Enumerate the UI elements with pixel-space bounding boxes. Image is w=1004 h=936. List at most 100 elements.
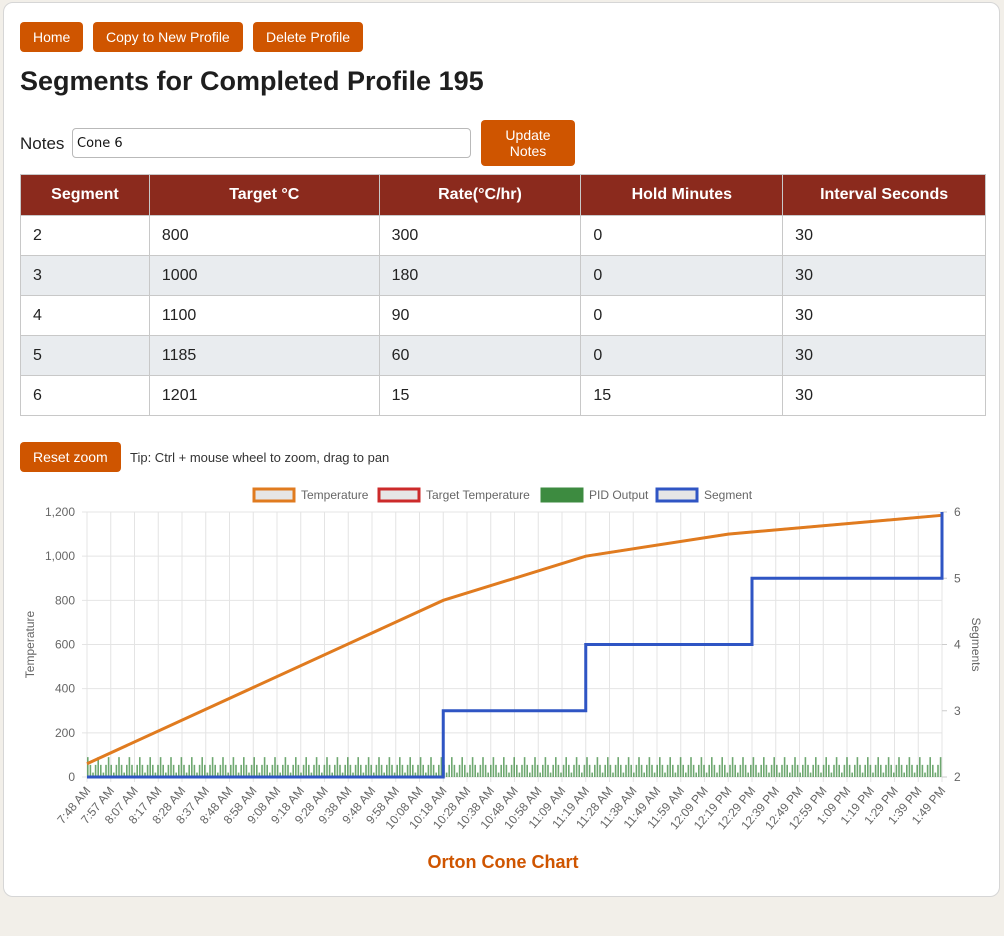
page-title: Segments for Completed Profile 195 — [20, 66, 484, 96]
pid-output-bar — [107, 757, 110, 777]
pid-output-bar — [214, 764, 216, 777]
pid-output-bar — [305, 757, 307, 777]
pid-output-bar — [664, 772, 666, 777]
pid-output-bar — [648, 757, 651, 777]
temperature-chart[interactable]: 02004006008001,0001,200234567:48 AM7:57 … — [0, 480, 1004, 890]
pid-output-bar — [295, 757, 297, 777]
pid-output-bar — [360, 764, 362, 777]
y-tick-label: 800 — [55, 593, 75, 607]
y-tick-label: 600 — [55, 638, 75, 652]
cell-segment: 6 — [20, 375, 150, 416]
y2-tick-label: 5 — [954, 571, 961, 585]
cell-interval: 30 — [782, 255, 986, 296]
pid-output-bar — [586, 757, 588, 777]
pid-output-bar — [448, 764, 450, 777]
pid-output-bar — [744, 764, 747, 777]
chart-title: Orton Cone Chart — [428, 852, 579, 872]
delete-profile-button[interactable]: Delete Profile — [253, 22, 364, 52]
pid-output-bar — [695, 772, 697, 777]
pid-output-bar — [315, 757, 318, 777]
table-row: 2 800 300 0 30 — [20, 215, 986, 256]
pid-output-bar — [183, 764, 185, 777]
y2-axis-title: Segments — [969, 617, 983, 671]
home-button[interactable]: Home — [20, 22, 84, 52]
pid-output-bar — [846, 757, 848, 777]
pid-output-bar — [698, 764, 700, 777]
legend-swatch — [540, 487, 584, 503]
pid-output-bar — [620, 764, 622, 777]
pid-output-bar — [308, 764, 310, 777]
pid-output-bar — [599, 764, 601, 777]
table-row: 5 1185 60 0 30 — [20, 335, 986, 376]
pid-output-bar — [518, 772, 521, 777]
pid-output-bar — [911, 764, 913, 777]
cell-segment: 4 — [20, 295, 150, 336]
pid-output-bar — [253, 757, 255, 777]
pid-output-bar — [474, 764, 476, 777]
pid-output-bar — [661, 764, 664, 777]
pid-output-bar — [913, 772, 916, 777]
pid-output-bar — [796, 764, 799, 777]
pid-output-bar — [256, 764, 258, 777]
cell-rate: 300 — [378, 215, 582, 256]
pid-output-bar — [750, 764, 752, 777]
pid-output-bar — [513, 757, 515, 777]
pid-output-bar — [916, 764, 918, 777]
pid-output-bar — [833, 764, 835, 777]
update-notes-label-line2: Notes — [509, 143, 547, 159]
pid-output-bar — [427, 764, 430, 777]
pid-output-bar — [674, 772, 677, 777]
pid-output-bar — [396, 764, 398, 777]
pid-output-bar — [287, 764, 289, 777]
pid-output-bar — [126, 764, 128, 777]
pid-output-bar — [789, 772, 791, 777]
pid-output-bar — [529, 772, 531, 777]
pid-output-bar — [581, 772, 583, 777]
pid-output-bar — [932, 764, 934, 777]
pid-output-bar — [162, 764, 164, 777]
pid-output-bar — [887, 757, 890, 777]
pid-output-bar — [482, 757, 484, 777]
pid-output-bar — [708, 764, 710, 777]
cell-segment: 3 — [20, 255, 150, 296]
pid-output-bar — [250, 764, 253, 777]
pid-output-bar — [266, 764, 268, 777]
pid-output-bar — [617, 757, 619, 777]
pid-output-bar — [653, 772, 656, 777]
pid-output-bar — [167, 764, 170, 777]
pid-output-bar — [872, 772, 874, 777]
pid-output-bar — [822, 764, 825, 777]
pid-output-bar — [934, 772, 937, 777]
pid-output-bar — [505, 764, 508, 777]
reset-zoom-button[interactable]: Reset zoom — [20, 442, 121, 472]
pid-output-bar — [89, 764, 92, 777]
pid-output-bar — [802, 764, 804, 777]
update-notes-button[interactable]: Update Notes — [481, 120, 575, 166]
copy-profile-button[interactable]: Copy to New Profile — [93, 22, 243, 52]
pid-output-bar — [859, 764, 861, 777]
pid-output-bar — [276, 764, 279, 777]
pid-output-bar — [178, 764, 180, 777]
pid-output-bar — [903, 772, 905, 777]
pid-output-bar — [731, 757, 734, 777]
pid-output-bar — [100, 764, 102, 777]
cell-rate: 90 — [378, 295, 582, 336]
pid-output-bar — [430, 757, 432, 777]
pid-output-bar — [713, 764, 716, 777]
pid-output-bar — [146, 764, 149, 777]
notes-input[interactable] — [72, 128, 471, 158]
pid-output-bar — [604, 764, 606, 777]
pid-output-bar — [583, 764, 586, 777]
legend-label: Temperature — [301, 488, 369, 502]
cell-target: 1185 — [148, 335, 380, 376]
header-hold: Hold Minutes — [580, 174, 784, 216]
pid-output-bar — [596, 757, 599, 777]
pid-output-bar — [464, 764, 466, 777]
pid-output-bar — [188, 764, 190, 777]
pid-output-bar — [939, 757, 942, 777]
pid-output-bar — [172, 764, 175, 777]
pid-output-bar — [243, 757, 245, 777]
pid-output-bar — [776, 764, 778, 777]
pid-output-bar — [388, 757, 391, 777]
pid-output-bar — [409, 757, 411, 777]
